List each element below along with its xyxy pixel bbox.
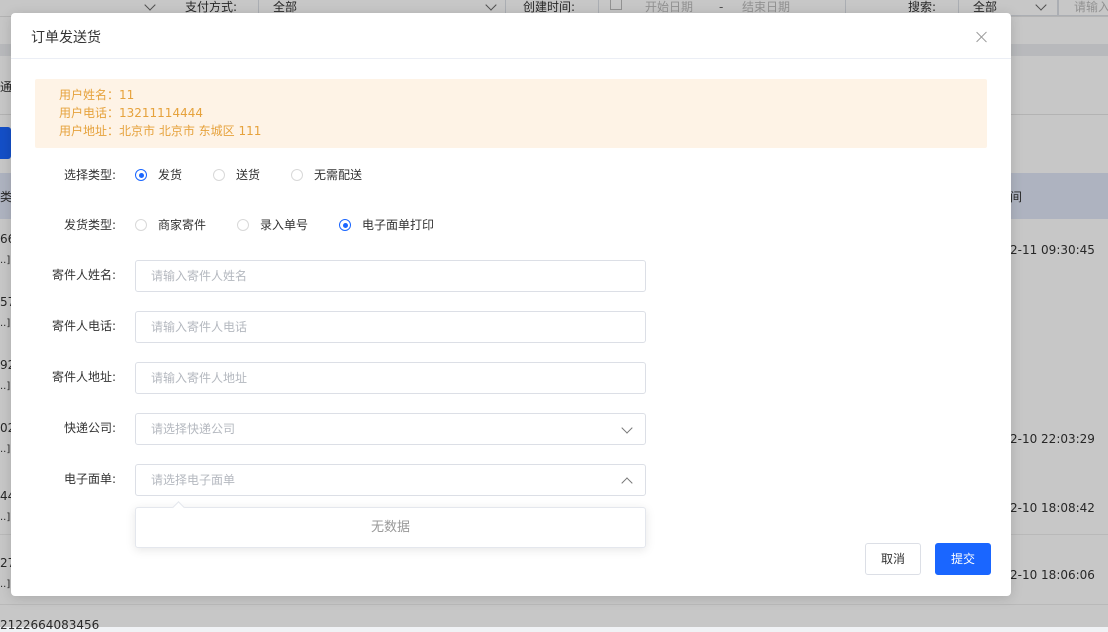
select-type-label: 选择类型: <box>63 168 116 182</box>
close-icon[interactable] <box>974 29 990 45</box>
radio-label: 电子面单打印 <box>362 218 435 232</box>
radio-label: 录入单号 <box>260 218 309 232</box>
sender-name-input[interactable]: 请输入寄件人姓名 <box>135 260 646 292</box>
radio-label: 发货 <box>158 168 183 182</box>
order-ship-dialog: 订单发送货 用户姓名：11 用户电话：13211114444 用户地址：北京市 … <box>11 13 1011 596</box>
sender-phone-input[interactable]: 请输入寄件人电话 <box>135 311 646 343</box>
radio-unchecked-icon <box>237 219 249 231</box>
submit-button[interactable]: 提交 <box>935 543 991 575</box>
user-name: 用户姓名：11 <box>59 88 135 102</box>
sender-address-placeholder: 请输入寄件人地址 <box>151 371 248 385</box>
user-address: 用户地址：北京市 北京市 东城区 111 <box>59 124 262 138</box>
radio-label: 商家寄件 <box>158 218 207 232</box>
radio-unchecked-icon <box>291 169 303 181</box>
radio-merchant-send[interactable]: 商家寄件 <box>135 217 206 233</box>
radio-enter-tracking[interactable]: 录入单号 <box>237 217 308 233</box>
radio-label: 送货 <box>236 168 261 182</box>
waybill-select[interactable]: 请选择电子面单 <box>135 464 646 496</box>
user-info-alert: 用户姓名：11 用户电话：13211114444 用户地址：北京市 北京市 东城… <box>35 79 987 148</box>
chevron-up-icon <box>621 477 633 489</box>
radio-checked-icon <box>135 169 147 181</box>
courier-placeholder: 请选择快递公司 <box>151 422 236 436</box>
radio-e-waybill-print[interactable]: 电子面单打印 <box>339 217 434 233</box>
radio-label: 无需配送 <box>314 168 363 182</box>
dialog-title: 订单发送货 <box>31 30 101 46</box>
radio-checked-icon <box>339 219 351 231</box>
user-phone: 用户电话：13211114444 <box>59 106 203 120</box>
courier-select[interactable]: 请选择快递公司 <box>135 413 646 445</box>
sender-name-label: 寄件人姓名: <box>51 268 116 282</box>
radio-deliver[interactable]: 送货 <box>213 167 260 183</box>
dropdown-arrow <box>172 501 185 514</box>
radio-ship[interactable]: 发货 <box>135 167 182 183</box>
dropdown-empty-text: 无数据 <box>370 520 410 535</box>
radio-unchecked-icon <box>135 219 147 231</box>
waybill-placeholder: 请选择电子面单 <box>151 473 236 487</box>
waybill-label: 电子面单: <box>63 472 116 486</box>
radio-no-delivery[interactable]: 无需配送 <box>291 167 362 183</box>
courier-label: 快递公司: <box>63 421 116 435</box>
dialog-header: 订单发送货 <box>11 13 1011 59</box>
cancel-button[interactable]: 取消 <box>865 543 921 575</box>
sender-name-placeholder: 请输入寄件人姓名 <box>151 269 248 283</box>
sender-phone-label: 寄件人电话: <box>51 319 116 333</box>
chevron-down-icon <box>621 422 633 434</box>
sender-address-input[interactable]: 请输入寄件人地址 <box>135 362 646 394</box>
waybill-dropdown: 无数据 <box>135 501 646 548</box>
radio-unchecked-icon <box>213 169 225 181</box>
ship-type-label: 发货类型: <box>63 218 116 232</box>
sender-phone-placeholder: 请输入寄件人电话 <box>151 320 248 334</box>
sender-address-label: 寄件人地址: <box>51 370 116 384</box>
